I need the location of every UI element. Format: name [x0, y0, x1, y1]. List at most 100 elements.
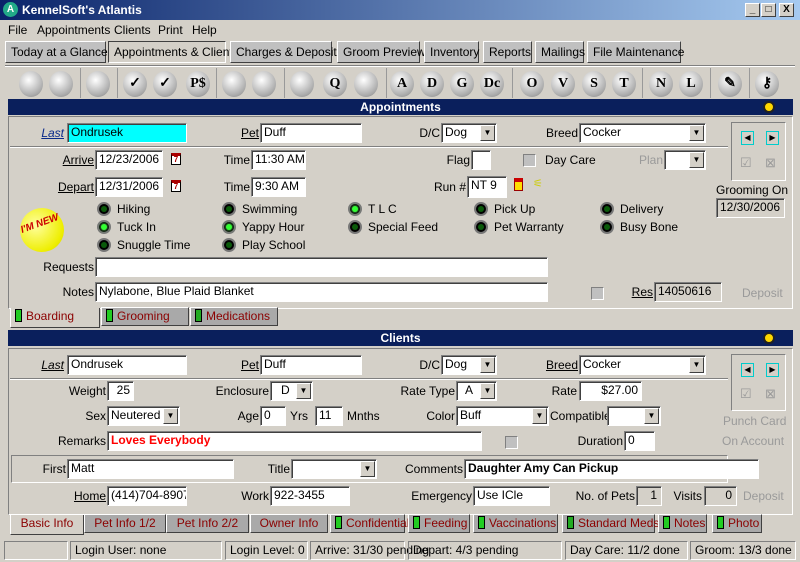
toolbar-run-red-2-icon[interactable] [252, 71, 276, 97]
chevron-down-icon[interactable]: ▼ [689, 125, 704, 141]
previous-record-icon[interactable]: ◀ [741, 131, 754, 145]
maximize-button[interactable]: □ [761, 3, 776, 17]
close-button[interactable]: X [779, 3, 794, 17]
toolbar-letter-s-icon[interactable]: S [582, 71, 606, 97]
tab-appointments-clients[interactable]: Appointments & Clients [108, 41, 239, 63]
service-special-feed[interactable]: Special Feed [368, 219, 438, 235]
toolbar-letter-l-icon[interactable]: L [679, 71, 703, 97]
minimize-button[interactable]: _ [745, 3, 760, 17]
toolbar-letter-d-icon[interactable]: D [420, 71, 444, 97]
toolbar-payment-icon[interactable]: P$ [186, 71, 210, 97]
tab-vaccinations[interactable]: Vaccinations [473, 514, 558, 533]
toolbar-key-icon[interactable]: ⚷ [755, 71, 779, 97]
service-busy-bone[interactable]: Busy Bone [620, 219, 678, 235]
service-indicator-icon[interactable] [600, 202, 614, 216]
rate-type-select[interactable]: A ▼ [456, 381, 497, 401]
tab-notes[interactable]: Notes [658, 514, 707, 533]
requests-input[interactable] [95, 257, 548, 277]
toolbar-kennel-view-icon[interactable] [19, 71, 43, 97]
service-yappy-hour[interactable]: Yappy Hour [242, 219, 304, 235]
checkmark-icon[interactable]: ☑ [740, 386, 752, 402]
service-t-l-c[interactable]: T L C [368, 201, 397, 217]
deposit-button[interactable]: Deposit [743, 486, 784, 506]
previous-record-icon[interactable]: ◀ [741, 363, 754, 377]
toolbar-check-out-icon[interactable]: ✓ [153, 71, 177, 97]
tab-grooming[interactable]: Grooming [101, 307, 189, 326]
toolbar-report-icon[interactable] [290, 71, 314, 97]
flag-input[interactable] [471, 150, 491, 170]
next-record-icon[interactable]: ▶ [766, 131, 779, 145]
service-indicator-icon[interactable] [600, 220, 614, 234]
menu-help[interactable]: Help [192, 21, 217, 39]
punch-card-button[interactable]: Punch Card [723, 411, 786, 431]
service-indicator-icon[interactable] [474, 202, 488, 216]
duration-input[interactable]: 0 [624, 431, 655, 451]
on-account-button[interactable]: On Account [722, 431, 784, 451]
last-label[interactable]: Last [20, 355, 64, 375]
comments-input[interactable]: Daughter Amy Can Pickup [464, 459, 759, 479]
calendar-icon[interactable]: 7 [171, 153, 181, 165]
deposit-button[interactable]: Deposit [742, 283, 783, 303]
tab-pet-info-1-2[interactable]: Pet Info 1/2 [84, 514, 166, 533]
checkmark-icon[interactable]: ☑ [740, 155, 752, 171]
toolbar-letter-a-icon[interactable]: A [390, 71, 414, 97]
service-swimming[interactable]: Swimming [242, 201, 297, 217]
last-label[interactable]: Last [20, 123, 64, 143]
depart-time-input[interactable]: 9:30 AM [251, 177, 306, 197]
depart-label[interactable]: Depart [50, 177, 94, 197]
home-label[interactable]: Home [50, 486, 106, 506]
tab-medications[interactable]: Medications [190, 307, 278, 326]
notes-input[interactable]: Nylabone, Blue Plaid Blanket [95, 282, 548, 302]
service-pet-warranty[interactable]: Pet Warranty [494, 219, 564, 235]
client-breed-select[interactable]: Cocker ▼ [579, 355, 706, 375]
res-label[interactable]: Res [620, 282, 653, 302]
tab-pet-info-2-2[interactable]: Pet Info 2/2 [166, 514, 249, 533]
tab-charges-deposits[interactable]: Charges & Deposits [230, 41, 343, 63]
age-months-input[interactable]: 11 [315, 406, 343, 426]
compatible-select[interactable]: ▼ [607, 406, 661, 426]
service-pick-up[interactable]: Pick Up [494, 201, 535, 217]
emergency-input[interactable]: Use ICle [473, 486, 550, 506]
arrive-label[interactable]: Arrive [50, 150, 94, 170]
day-care-checkbox[interactable] [523, 154, 536, 167]
service-indicator-icon[interactable] [97, 220, 111, 234]
next-record-icon[interactable]: ▶ [766, 363, 779, 377]
tab-groom-preview[interactable]: Groom Preview [337, 41, 426, 63]
chevron-down-icon[interactable]: ▼ [480, 383, 495, 399]
remarks-checkbox[interactable] [505, 436, 518, 449]
toolbar-edit-icon[interactable]: ✎ [718, 71, 742, 97]
title-select[interactable]: ▼ [291, 459, 377, 479]
client-last-input[interactable]: Ondrusek [67, 355, 187, 375]
tab-file-maintenance[interactable]: File Maintenance [587, 41, 684, 63]
chevron-down-icon[interactable]: ▼ [296, 383, 311, 399]
dc-select[interactable]: Dog ▼ [441, 123, 497, 143]
menu-print[interactable]: Print [158, 21, 183, 39]
breed-select[interactable]: Cocker ▼ [579, 123, 706, 143]
toolbar-letter-g-icon[interactable]: G [450, 71, 474, 97]
service-indicator-icon[interactable] [97, 202, 111, 216]
service-tuck-in[interactable]: Tuck In [117, 219, 156, 235]
chevron-down-icon[interactable]: ▼ [163, 408, 178, 424]
chevron-down-icon[interactable]: ▼ [689, 357, 704, 373]
menu-appointments[interactable]: Appointments [37, 21, 110, 39]
undo-icon[interactable]: ⊠ [765, 155, 776, 171]
run-input[interactable]: NT 9 [467, 176, 507, 198]
service-indicator-icon[interactable] [348, 202, 362, 216]
status-light-icon[interactable] [763, 332, 775, 344]
chevron-down-icon[interactable]: ▼ [532, 408, 547, 424]
calendar-icon[interactable]: 7 [171, 180, 181, 192]
service-hiking[interactable]: Hiking [117, 201, 150, 217]
tab-standard-meds[interactable]: Standard Meds [562, 514, 659, 533]
status-light-icon[interactable] [763, 101, 775, 113]
toolbar-letter-t-icon[interactable]: T [612, 71, 636, 97]
toolbar-letter-v-icon[interactable]: V [551, 71, 575, 97]
depart-date-input[interactable]: 12/31/2006 [95, 177, 163, 197]
tab-feeding[interactable]: Feeding [408, 514, 470, 533]
chevron-down-icon[interactable]: ▼ [360, 461, 375, 477]
last-name-input[interactable]: Ondrusek [67, 123, 187, 143]
client-dc-select[interactable]: Dog ▼ [441, 355, 497, 375]
rate-input[interactable]: $27.00 [579, 381, 642, 401]
toolbar-check-in-icon[interactable]: ✓ [123, 71, 147, 97]
client-pet-input[interactable]: Duff [260, 355, 362, 375]
menu-file[interactable]: File [8, 21, 27, 39]
